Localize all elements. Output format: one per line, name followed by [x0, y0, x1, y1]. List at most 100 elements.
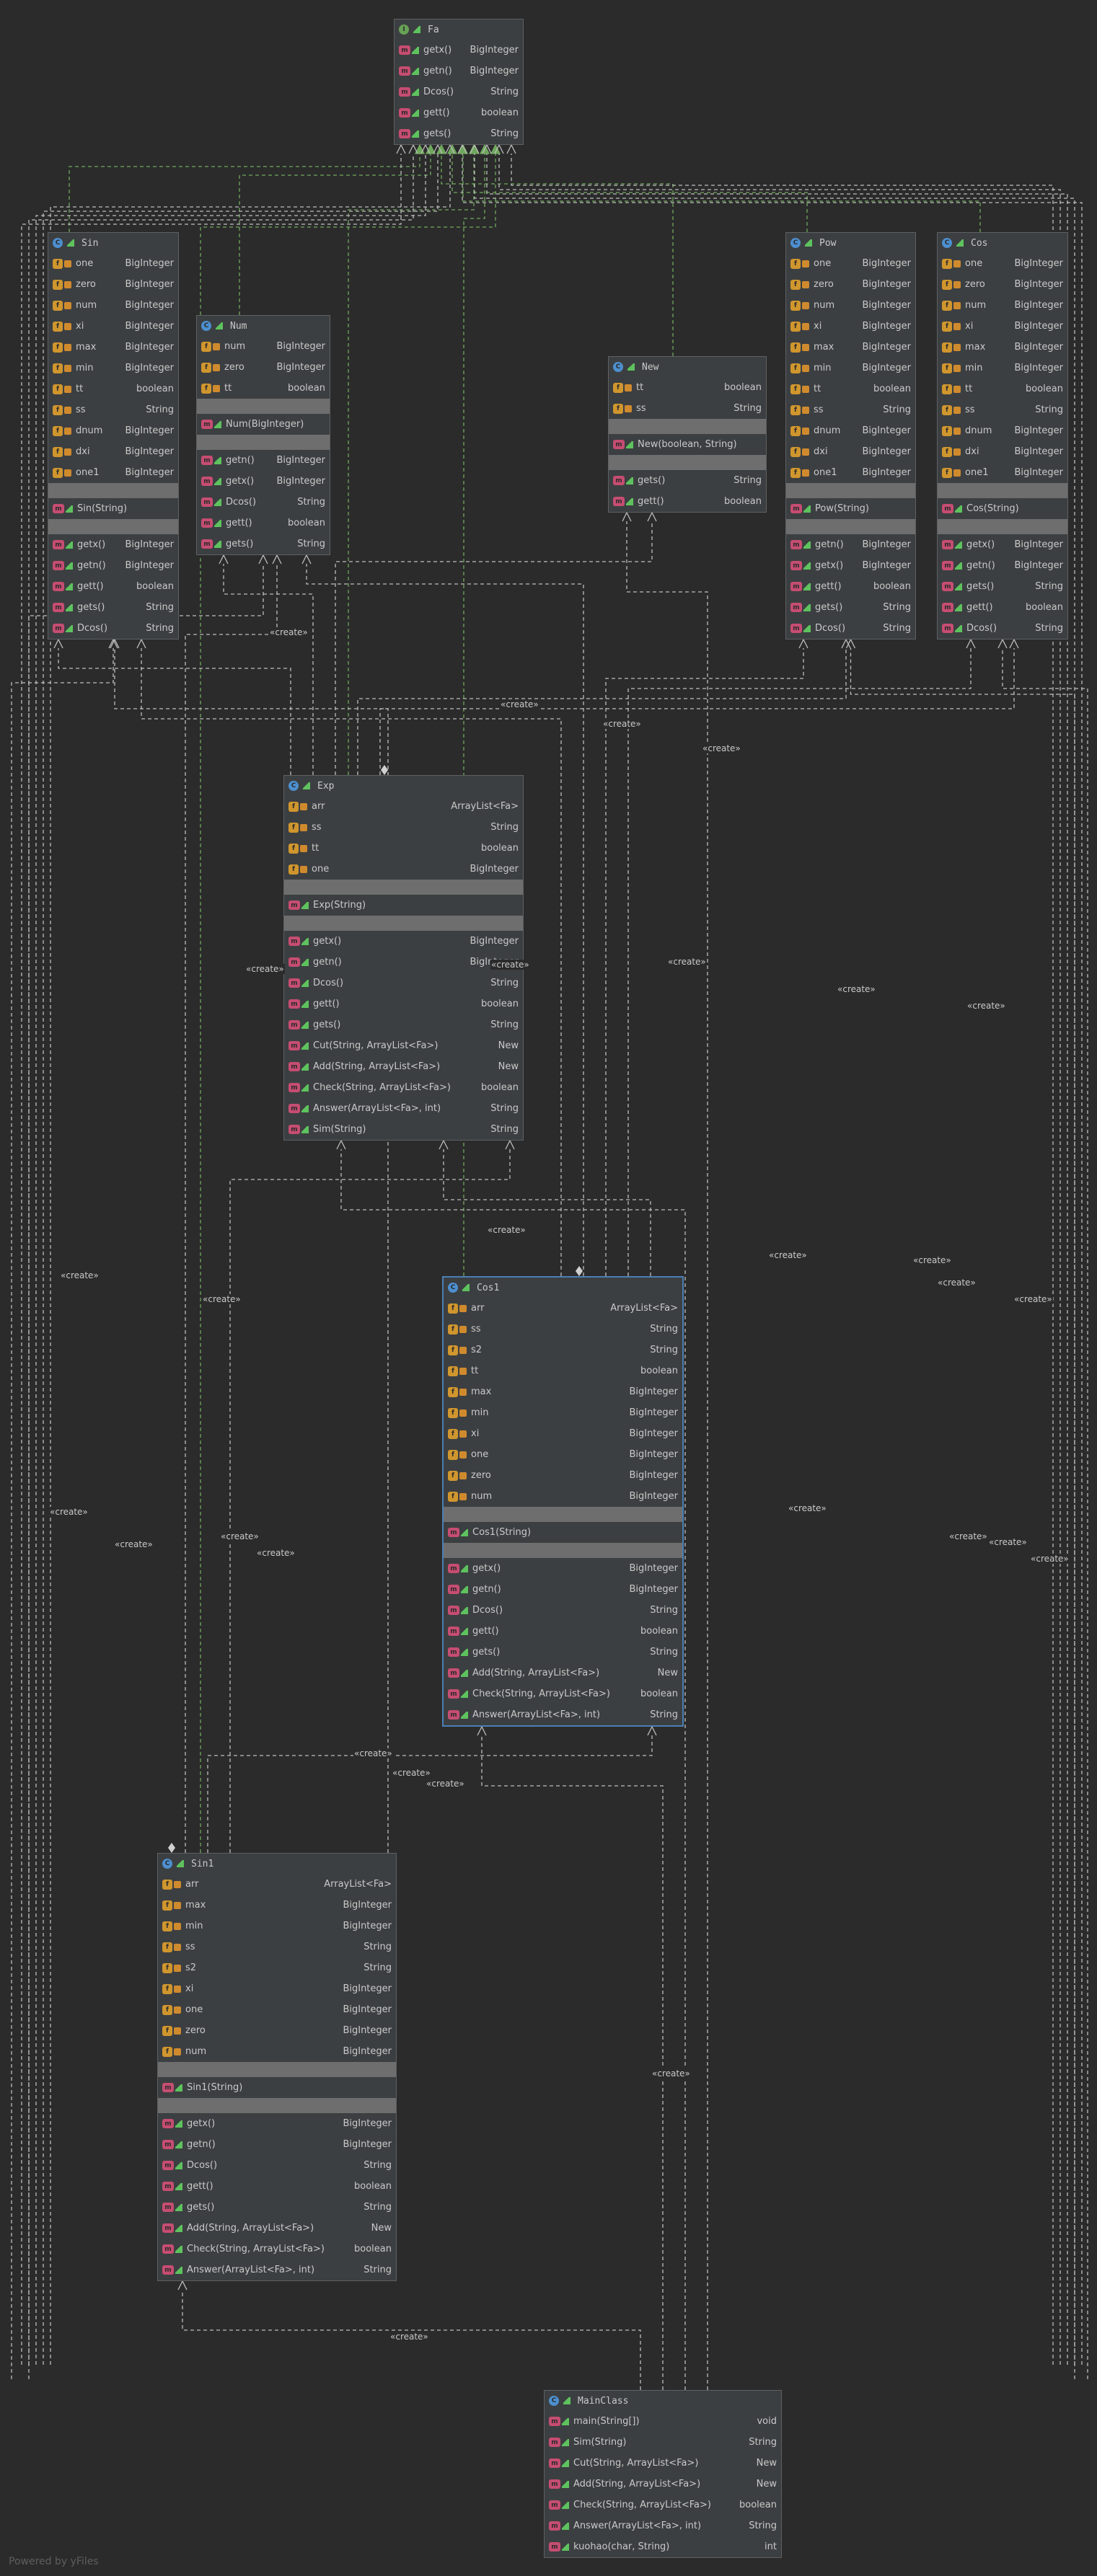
field-row[interactable]: f tt boolean [786, 379, 915, 399]
method-row[interactable]: mgetn()BigInteger [158, 2134, 396, 2155]
class-header[interactable]: C Cos [938, 233, 1067, 253]
method-row[interactable]: m getx() BigInteger [395, 40, 523, 61]
field-row[interactable]: f tt boolean [444, 1360, 682, 1381]
method-row[interactable]: mgetn()BigInteger [938, 555, 1067, 576]
method-row[interactable]: m getx() BigInteger [786, 555, 915, 576]
class-box-new[interactable]: C New f tt boolean f ss String m New(boolean, Str… [608, 356, 767, 513]
method-row[interactable]: mgetn()BigInteger [395, 61, 523, 81]
field-row[interactable]: f one1 BigInteger [48, 462, 178, 483]
field-row[interactable]: f s2 String [158, 1957, 396, 1978]
method-row[interactable]: m Answer(ArrayList<Fa>, int) String [444, 1704, 682, 1725]
method-row[interactable]: m Check(String, ArrayList<Fa>) boolean [284, 1077, 523, 1098]
constructor-row[interactable]: m Pow(String) [786, 498, 915, 519]
constructor-row[interactable]: m Sin1(String) [158, 2077, 396, 2098]
method-row[interactable]: m Answer(ArrayList<Fa>, int) String [284, 1098, 523, 1119]
class-box-cos1[interactable]: C Cos1 f arr ArrayList<Fa> f ss String f s2 String… [442, 1276, 684, 1727]
method-row[interactable]: m gets() String [284, 1014, 523, 1035]
constructor-row[interactable]: m Exp(String) [284, 895, 523, 916]
method-row[interactable]: mgetn()BigInteger [786, 534, 915, 555]
method-row[interactable]: m Dcos() String [395, 81, 523, 102]
field-row[interactable]: f ss String [444, 1319, 682, 1340]
field-row[interactable]: f ss String [609, 398, 766, 419]
field-row[interactable]: f one BigInteger [48, 253, 178, 274]
field-row[interactable]: f dnum BigInteger [48, 420, 178, 441]
class-header[interactable]: C Exp [284, 776, 523, 796]
field-row[interactable]: f one BigInteger [284, 859, 523, 880]
method-row[interactable]: m Check(String, ArrayList<Fa>) boolean [158, 2239, 396, 2259]
field-row[interactable]: f tt boolean [284, 838, 523, 859]
field-row[interactable]: f dxi BigInteger [786, 441, 915, 462]
method-row[interactable]: m gets() String [48, 597, 178, 618]
field-row[interactable]: f num BigInteger [444, 1486, 682, 1507]
field-row[interactable]: f max BigInteger [938, 337, 1067, 358]
method-row[interactable]: m Dcos() String [284, 973, 523, 993]
constructor-row[interactable]: m Cos(String) [938, 498, 1067, 519]
field-row[interactable]: f min BigInteger [158, 1916, 396, 1937]
field-row[interactable]: f one BigInteger [786, 253, 915, 274]
method-row[interactable]: mgetn()BigInteger [444, 1579, 682, 1600]
class-box-fa[interactable]: I Fa m getx() BigInteger m getn() BigInteger m Dc… [394, 19, 524, 145]
class-box-pow[interactable]: C Pow f one BigInteger f zero BigInteger f num Big… [785, 232, 916, 639]
method-row[interactable]: m Check(String, ArrayList<Fa>) boolean [444, 1683, 682, 1704]
method-row[interactable]: m Sim(String) String [545, 2432, 781, 2453]
field-row[interactable]: f arr ArrayList<Fa> [284, 796, 523, 817]
field-row[interactable]: f ss String [158, 1937, 396, 1957]
class-box-mainclass[interactable]: C MainClass m main(String[]) void m Sim(String… [544, 2390, 782, 2558]
method-row[interactable]: m gets() String [444, 1642, 682, 1663]
method-row[interactable]: m gett() boolean [609, 491, 766, 512]
field-row[interactable]: f ss String [48, 399, 178, 420]
field-row[interactable]: f dxi BigInteger [938, 441, 1067, 462]
field-row[interactable]: f xi BigInteger [786, 316, 915, 337]
method-row[interactable]: m Answer(ArrayList<Fa>, int) String [545, 2515, 781, 2536]
method-row[interactable]: m Sim(String) String [284, 1119, 523, 1140]
constructor-row[interactable]: m Sin(String) [48, 498, 178, 519]
method-row[interactable]: m Dcos() String [444, 1600, 682, 1621]
method-row[interactable]: m gett() boolean [158, 2176, 396, 2197]
class-header[interactable]: C New [609, 357, 766, 377]
method-row[interactable]: m getx() BigInteger [938, 534, 1067, 555]
method-row[interactable]: m Cut(String, ArrayList<Fa>) New [545, 2453, 781, 2474]
field-row[interactable]: f zero BigInteger [444, 1465, 682, 1486]
field-row[interactable]: f tt boolean [609, 377, 766, 398]
class-header[interactable]: C MainClass [545, 2391, 781, 2411]
method-row[interactable]: m gett() boolean [786, 576, 915, 597]
method-row[interactable]: m getx() BigInteger [48, 534, 178, 555]
class-header[interactable]: C Pow [786, 233, 915, 253]
field-row[interactable]: f num BigInteger [786, 295, 915, 316]
method-row[interactable]: m gett() boolean [48, 576, 178, 597]
method-row[interactable]: m getx() BigInteger [284, 931, 523, 952]
field-row[interactable]: f one1 BigInteger [786, 462, 915, 483]
field-row[interactable]: f min BigInteger [48, 358, 178, 379]
constructor-row[interactable]: m Cos1(String) [444, 1522, 682, 1543]
method-row[interactable]: m gets() String [395, 123, 523, 144]
field-row[interactable]: f tt boolean [48, 379, 178, 399]
field-row[interactable]: f num BigInteger [197, 336, 330, 357]
field-row[interactable]: f ss String [938, 399, 1067, 420]
method-row[interactable]: m Dcos() String [197, 492, 330, 513]
field-row[interactable]: f max BigInteger [48, 337, 178, 358]
method-row[interactable]: m Answer(ArrayList<Fa>, int) String [158, 2259, 396, 2280]
method-row[interactable]: m gett() boolean [444, 1621, 682, 1642]
method-row[interactable]: mgetn()BigInteger [284, 952, 523, 973]
method-row[interactable]: m getx() BigInteger [197, 471, 330, 492]
method-row[interactable]: m gets() String [197, 534, 330, 554]
method-row[interactable]: m Dcos() String [48, 618, 178, 639]
method-row[interactable]: m Add(String, ArrayList<Fa>) New [545, 2474, 781, 2495]
field-row[interactable]: f one1 BigInteger [938, 462, 1067, 483]
method-row[interactable]: m Dcos() String [938, 618, 1067, 639]
class-box-sin1[interactable]: C Sin1 f arr ArrayList<Fa> f max BigInteger f min… [157, 1853, 397, 2281]
field-row[interactable]: f arr ArrayList<Fa> [158, 1874, 396, 1895]
method-row[interactable]: m kuohao(char, String) int [545, 2536, 781, 2557]
field-row[interactable]: f max BigInteger [444, 1381, 682, 1402]
field-row[interactable]: f arr ArrayList<Fa> [444, 1298, 682, 1319]
field-row[interactable]: f dxi BigInteger [48, 441, 178, 462]
class-box-exp[interactable]: C Exp f arr ArrayList<Fa> f ss String f tt boolean… [283, 775, 524, 1141]
method-row[interactable]: m Add(String, ArrayList<Fa>) New [158, 2218, 396, 2239]
method-row[interactable]: m gett() boolean [938, 597, 1067, 618]
method-row[interactable]: mgetn()BigInteger [197, 450, 330, 471]
field-row[interactable]: f one BigInteger [444, 1444, 682, 1465]
method-row[interactable]: m gets() String [609, 470, 766, 491]
method-row[interactable]: m gett() boolean [284, 993, 523, 1014]
method-row[interactable]: m Check(String, ArrayList<Fa>) boolean [545, 2495, 781, 2515]
method-row[interactable]: m Dcos() String [786, 618, 915, 639]
